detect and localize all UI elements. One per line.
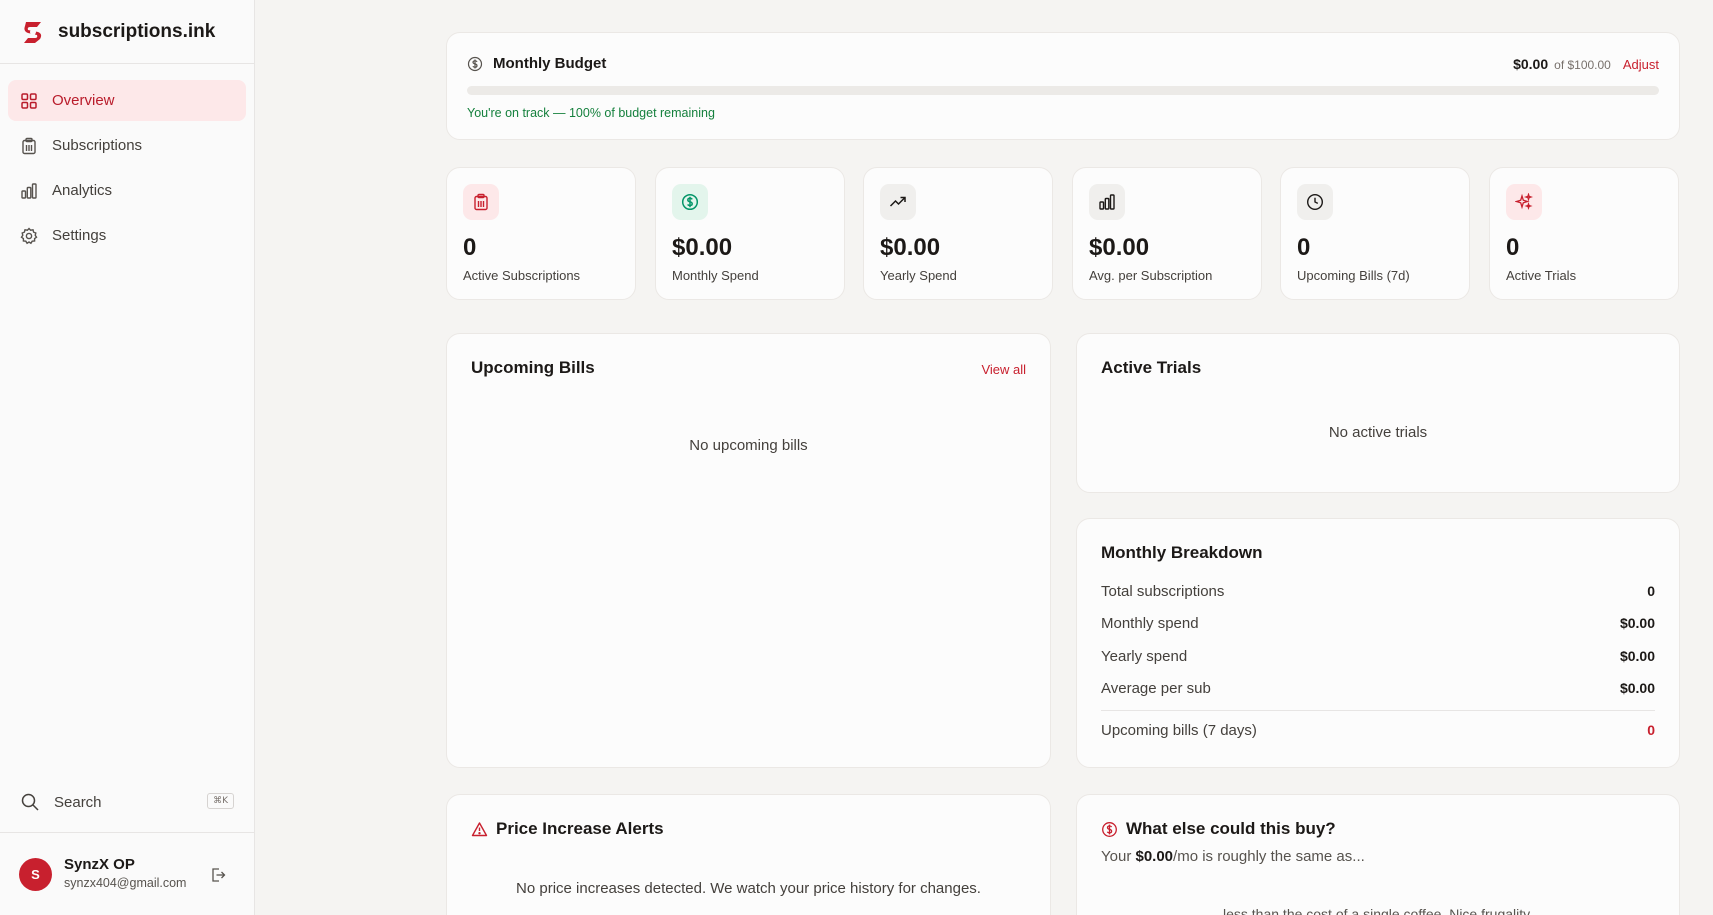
stat-card-upcoming-bills[interactable]: 0 Upcoming Bills (7d) bbox=[1280, 167, 1470, 300]
panel-title: Price Increase Alerts bbox=[496, 819, 664, 838]
buy-suffix: /mo is roughly the same as... bbox=[1173, 848, 1365, 865]
stat-value: 0 bbox=[463, 234, 477, 261]
active-trials-panel: Active Trials No active trials bbox=[1076, 333, 1680, 493]
stat-label: Avg. per Subscription bbox=[1089, 268, 1213, 283]
breakdown-label: Average per sub bbox=[1101, 680, 1211, 697]
view-all-link[interactable]: View all bbox=[981, 362, 1026, 377]
monthly-breakdown-panel: Monthly Breakdown Total subscriptions 0 … bbox=[1076, 518, 1680, 768]
budget-card: Monthly Budget $0.00 of $100.00 Adjust Y… bbox=[446, 32, 1680, 140]
buy-comparison: less than the cost of a single coffee. N… bbox=[1223, 906, 1533, 915]
breakdown-row: Yearly spend $0.00 bbox=[1101, 648, 1655, 665]
stat-card-active-trials[interactable]: 0 Active Trials bbox=[1489, 167, 1679, 300]
stat-label: Upcoming Bills (7d) bbox=[1297, 268, 1410, 283]
upcoming-bills-panel: Upcoming Bills View all No upcoming bill… bbox=[446, 333, 1051, 768]
stat-value: 0 bbox=[1506, 234, 1520, 261]
price-alerts-panel: Price Increase Alerts No price increases… bbox=[446, 794, 1051, 915]
bar-chart-icon bbox=[20, 182, 38, 200]
warning-triangle-icon bbox=[471, 821, 488, 838]
breakdown-label: Upcoming bills (7 days) bbox=[1101, 722, 1257, 739]
sparkles-icon bbox=[1506, 184, 1542, 220]
clipboard-icon bbox=[20, 137, 38, 155]
user-profile[interactable]: S SynzX OP synzx404@gmail.com bbox=[0, 832, 254, 915]
breakdown-value: $0.00 bbox=[1619, 615, 1655, 631]
divider bbox=[1101, 710, 1655, 711]
sidebar-item-label: Overview bbox=[52, 92, 115, 109]
buy-prefix: Your bbox=[1101, 848, 1136, 865]
adjust-budget-button[interactable]: Adjust bbox=[1623, 57, 1659, 72]
buy-amount: $0.00 bbox=[1135, 848, 1174, 865]
search-shortcut: ⌘K bbox=[207, 793, 234, 809]
budget-status: You're on track — 100% of budget remaini… bbox=[467, 106, 715, 120]
stat-label: Active Trials bbox=[1506, 268, 1577, 283]
stat-label: Yearly Spend bbox=[880, 268, 957, 283]
budget-progress-bar bbox=[467, 86, 1659, 95]
panel-title: Active Trials bbox=[1101, 358, 1202, 377]
logo-icon bbox=[20, 19, 46, 45]
stat-value: $0.00 bbox=[880, 234, 941, 261]
dollar-circle-icon bbox=[1101, 821, 1118, 838]
panel-title: Monthly Breakdown bbox=[1101, 543, 1263, 562]
breakdown-value: $0.00 bbox=[1619, 648, 1655, 664]
panel-title: What else could this buy? bbox=[1126, 819, 1336, 838]
breakdown-label: Monthly spend bbox=[1101, 615, 1199, 632]
brand[interactable]: subscriptions.ink bbox=[0, 0, 254, 64]
sidebar-nav: Overview Subscriptions Analytics Setting… bbox=[0, 64, 254, 256]
empty-state: No price increases detected. We watch yo… bbox=[516, 880, 981, 897]
sidebar-item-overview[interactable]: Overview bbox=[8, 80, 246, 121]
budget-title: Monthly Budget bbox=[493, 55, 607, 72]
buy-subtitle: Your $0.00/mo is roughly the same as... bbox=[1101, 848, 1365, 865]
budget-amount: $0.00 bbox=[1513, 56, 1549, 72]
grid-icon bbox=[20, 92, 38, 110]
search-icon bbox=[20, 792, 40, 812]
clipboard-icon bbox=[463, 184, 499, 220]
breakdown-value: 0 bbox=[1647, 722, 1655, 738]
breakdown-row: Monthly spend $0.00 bbox=[1101, 615, 1655, 632]
panel-title: Upcoming Bills bbox=[471, 358, 595, 377]
dollar-circle-icon bbox=[467, 56, 483, 72]
app-name: subscriptions.ink bbox=[58, 20, 216, 42]
breakdown-row-upcoming: Upcoming bills (7 days) 0 bbox=[1101, 722, 1655, 739]
stat-card-yearly-spend[interactable]: $0.00 Yearly Spend bbox=[863, 167, 1053, 300]
sidebar: subscriptions.ink Overview Subscriptions… bbox=[0, 0, 255, 915]
empty-state: No active trials bbox=[1328, 424, 1428, 441]
sidebar-item-settings[interactable]: Settings bbox=[8, 215, 246, 256]
avatar: S bbox=[19, 857, 52, 891]
sidebar-item-label: Settings bbox=[52, 227, 107, 244]
stat-label: Active Subscriptions bbox=[463, 268, 581, 283]
sidebar-item-subscriptions[interactable]: Subscriptions bbox=[8, 125, 246, 166]
clock-icon bbox=[1297, 184, 1333, 220]
bar-chart-icon bbox=[1089, 184, 1125, 220]
what-else-panel: What else could this buy? Your $0.00/mo … bbox=[1076, 794, 1680, 915]
user-name: SynzX OP bbox=[64, 856, 135, 873]
search-label: Search bbox=[54, 793, 102, 811]
breakdown-value: 0 bbox=[1647, 583, 1655, 599]
stat-card-avg-per-subscription[interactable]: $0.00 Avg. per Subscription bbox=[1072, 167, 1262, 300]
budget-limit: of $100.00 bbox=[1554, 58, 1611, 72]
dollar-circle-icon bbox=[672, 184, 708, 220]
breakdown-row: Total subscriptions 0 bbox=[1101, 583, 1655, 600]
empty-state: No upcoming bills bbox=[689, 437, 808, 454]
user-email: synzx404@gmail.com bbox=[64, 876, 187, 890]
stat-card-active-subscriptions[interactable]: 0 Active Subscriptions bbox=[446, 167, 636, 300]
trending-up-icon bbox=[880, 184, 916, 220]
stat-value: $0.00 bbox=[1089, 234, 1150, 261]
stat-value: 0 bbox=[1297, 234, 1311, 261]
breakdown-label: Total subscriptions bbox=[1101, 583, 1225, 600]
stat-label: Monthly Spend bbox=[672, 268, 759, 283]
sidebar-item-label: Analytics bbox=[52, 182, 113, 199]
breakdown-value: $0.00 bbox=[1619, 680, 1655, 696]
stat-card-monthly-spend[interactable]: $0.00 Monthly Spend bbox=[655, 167, 845, 300]
stat-value: $0.00 bbox=[672, 234, 733, 261]
search-button[interactable]: Search ⌘K bbox=[8, 785, 246, 819]
sidebar-item-analytics[interactable]: Analytics bbox=[8, 170, 246, 211]
breakdown-row: Average per sub $0.00 bbox=[1101, 680, 1655, 697]
gear-icon bbox=[20, 226, 38, 245]
breakdown-label: Yearly spend bbox=[1101, 648, 1188, 665]
sidebar-item-label: Subscriptions bbox=[52, 137, 143, 154]
logout-icon[interactable] bbox=[210, 867, 226, 883]
